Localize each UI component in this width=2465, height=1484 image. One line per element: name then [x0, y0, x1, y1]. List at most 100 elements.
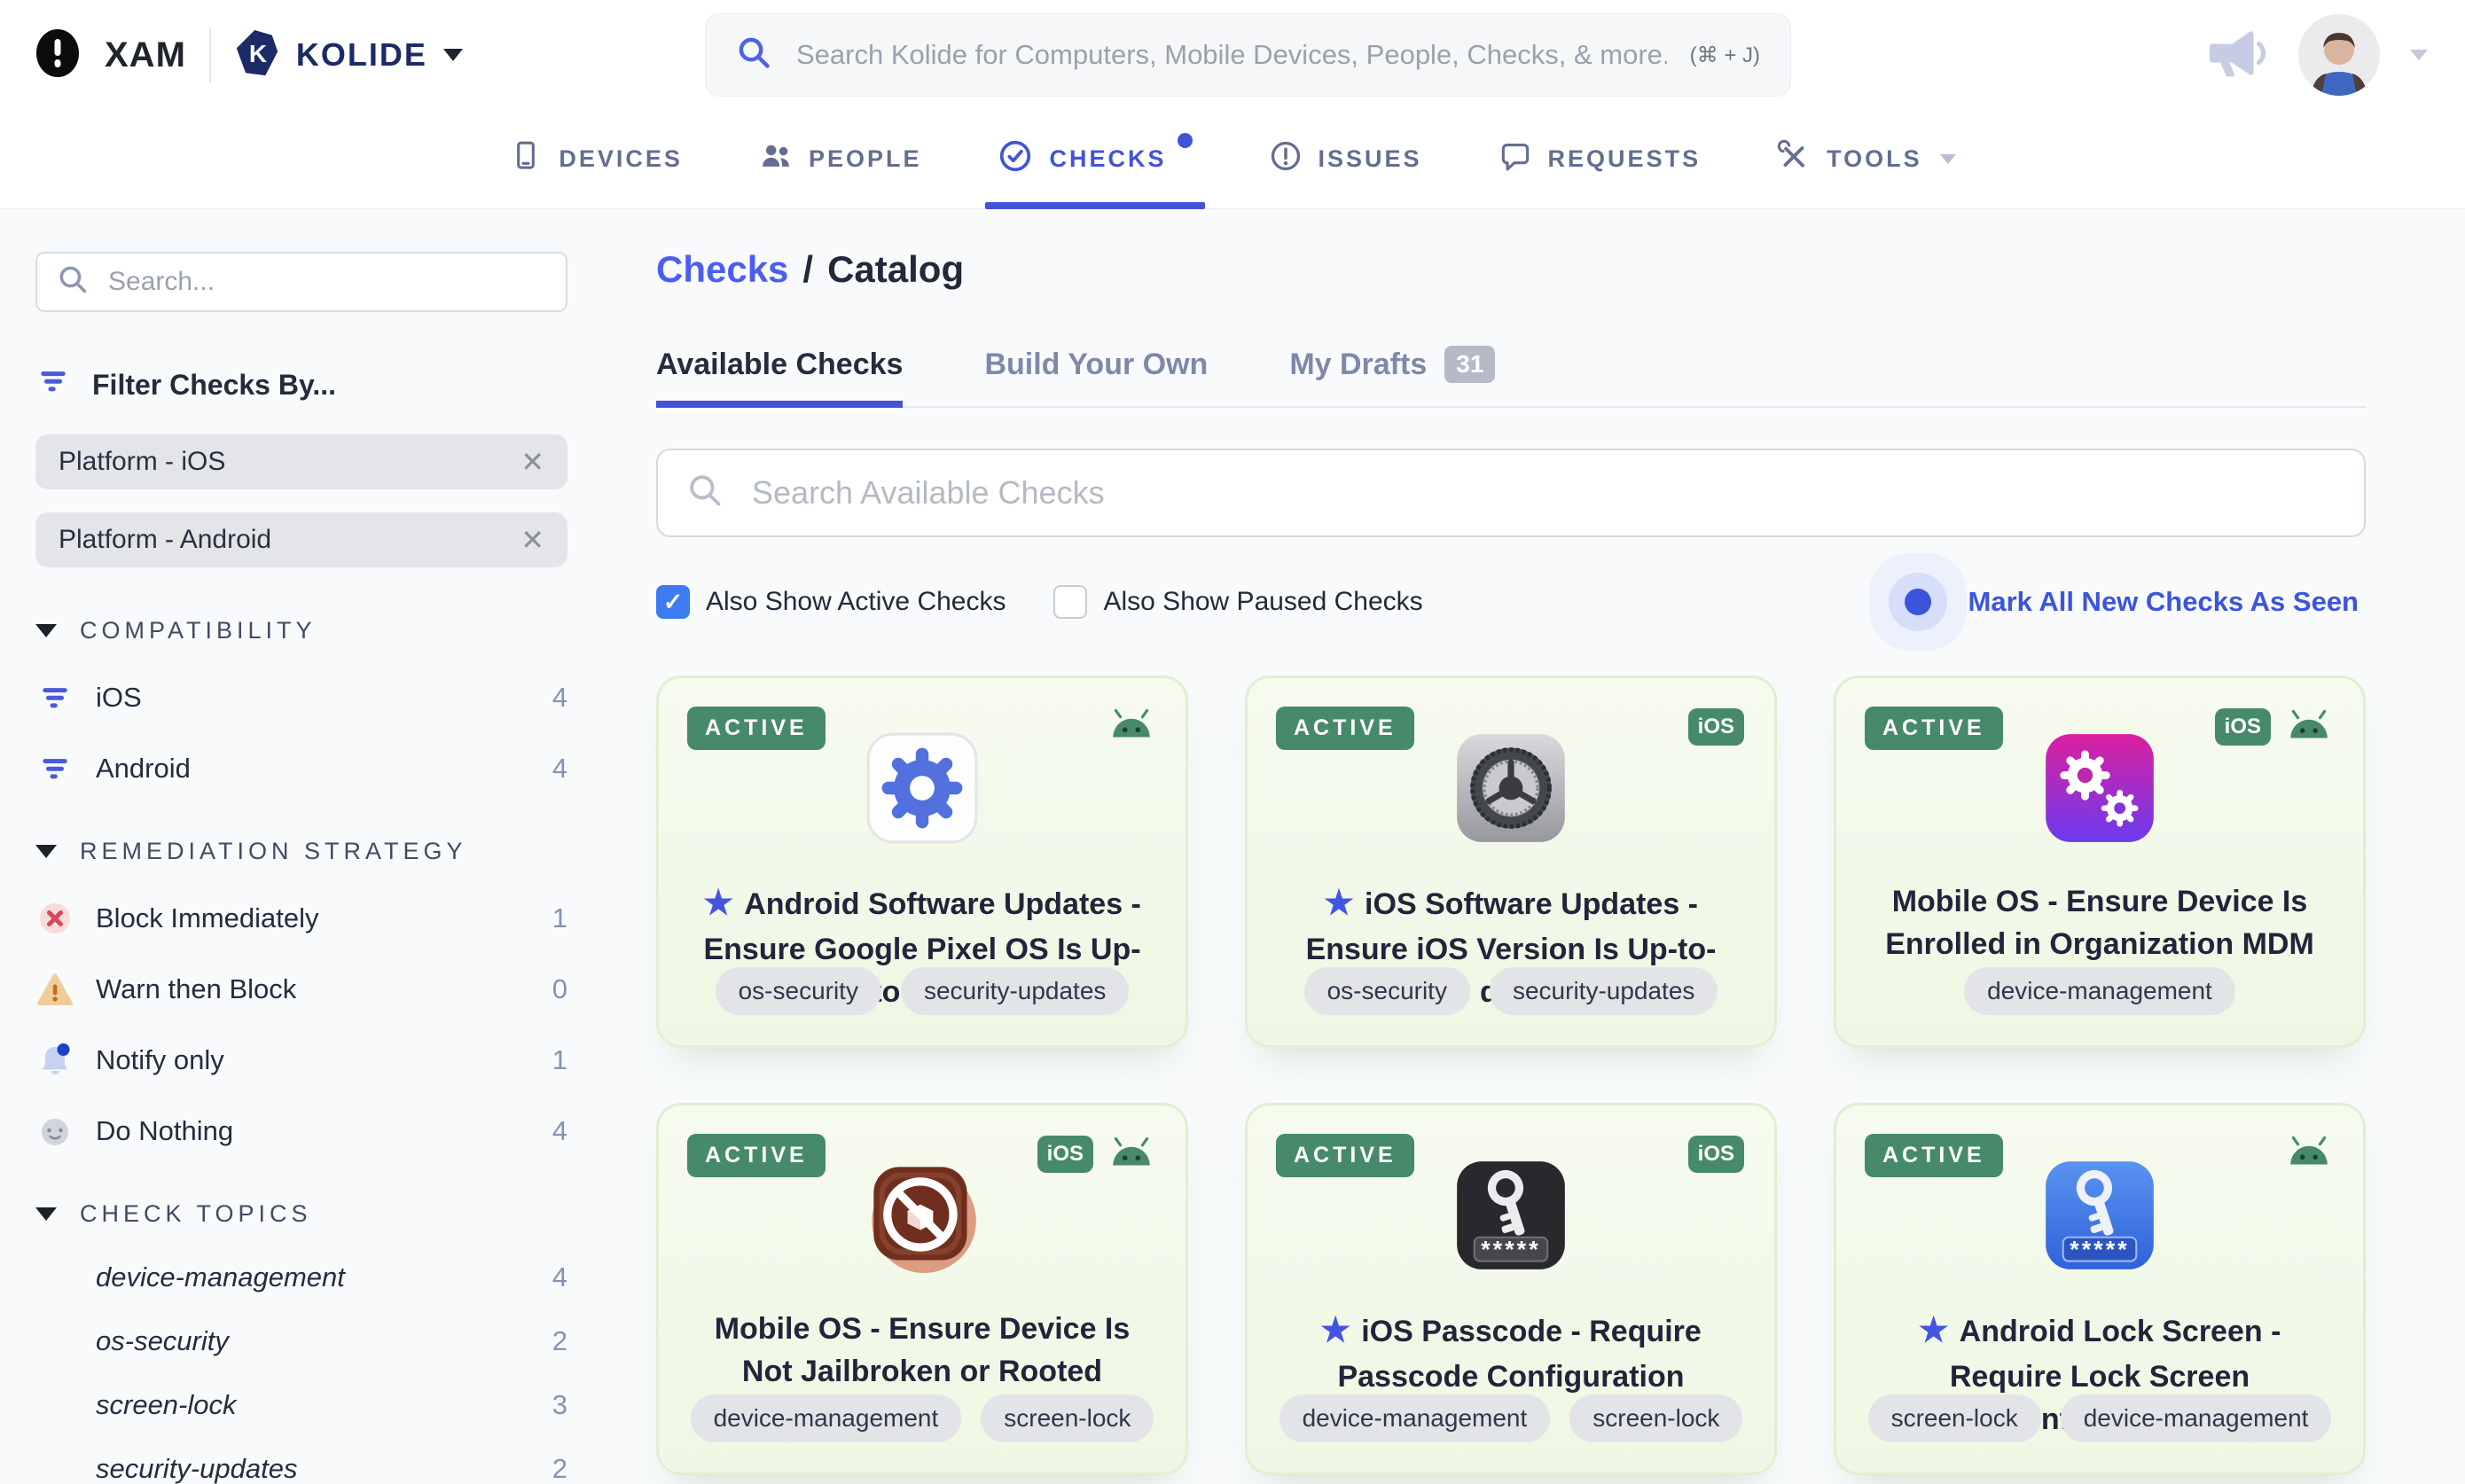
sidebar-item-label: device-management — [96, 1261, 345, 1293]
sidebar-item-count: 2 — [552, 1325, 567, 1356]
kolide-brand-menu[interactable]: K KOLIDE — [234, 28, 463, 82]
section-header-remediation-strategy[interactable]: REMEDIATION STRATEGY — [35, 838, 567, 865]
sidebar-item-label: Do Nothing — [96, 1115, 234, 1146]
breadcrumb-checks-link[interactable]: Checks — [656, 248, 788, 291]
account-menu-caret[interactable] — [2410, 50, 2428, 60]
sidebar-sections: COMPATIBILITY iOS 4 Android 4 REMEDIATION STR… — [35, 617, 567, 1484]
global-search-input[interactable]: Search Kolide for Computers, Mobile Devi… — [705, 13, 1791, 97]
sidebar-item-device-management[interactable]: device-management 4 — [35, 1261, 567, 1293]
active-status-badge: ACTIVE — [1865, 707, 2003, 750]
top-header: XAM K KOLIDE Search Kolide for Computers… — [0, 0, 2465, 110]
topic-tag-security-updates[interactable]: security-updates — [1489, 967, 1718, 1015]
sidebar-item-block-immediately[interactable]: Block Immediately 1 — [35, 899, 567, 938]
topic-tag-device-management[interactable]: device-management — [1279, 1394, 1551, 1442]
nav-tab-tools[interactable]: TOOLS — [1777, 110, 1956, 208]
sidebar-item-os-security[interactable]: os-security 2 — [35, 1325, 567, 1357]
topic-tag-screen-lock[interactable]: screen-lock — [1867, 1394, 2041, 1442]
topic-tag-device-management[interactable]: device-management — [690, 1394, 962, 1442]
topic-tag-os-security[interactable]: os-security — [715, 967, 881, 1015]
check-card-tags: device-management screen-lock — [659, 1394, 1186, 1442]
nav-tab-label: TOOLS — [1827, 145, 1922, 172]
check-icon-passcode-blue: ***** — [2041, 1157, 2158, 1274]
ios-badge: iOS — [1687, 708, 1744, 746]
nav-tab-requests[interactable]: REQUESTS — [1499, 110, 1702, 208]
show-filters: ✓ Also Show Active Checks Also Show Paused… — [656, 585, 1423, 619]
check-card[interactable]: ACTIVE iOS Mobile OS - Ensure Device Is En… — [1834, 676, 2366, 1048]
platform-icons: iOS — [2214, 708, 2333, 746]
tab-label: Build Your Own — [984, 347, 1209, 381]
announcements-icon[interactable] — [2204, 27, 2268, 84]
active-filter-chips: Platform - iOS ✕ Platform - Android ✕ — [35, 434, 567, 567]
chevron-down-icon — [1939, 154, 1956, 164]
nav-tab-people[interactable]: PEOPLE — [759, 110, 922, 208]
filter-title: Filter Checks By... — [35, 363, 567, 406]
sidebar-item-notify-only[interactable]: Notify only 1 — [35, 1041, 567, 1080]
remove-filter-icon[interactable]: ✕ — [520, 448, 544, 476]
check-card[interactable]: ACTIVE iOS ★ iOS Software Updates - Ensure … — [1245, 676, 1777, 1048]
avatar[interactable] — [2298, 14, 2380, 96]
platform-icons — [2285, 1136, 2333, 1172]
check-card-title: Mobile OS - Ensure Device Is Enrolled in… — [1885, 885, 2314, 962]
devices-icon — [509, 139, 543, 179]
check-card[interactable]: ACTIVE ★ Android Software Updates - Ensure… — [656, 676, 1188, 1048]
nav-tab-issues[interactable]: ISSUES — [1269, 110, 1422, 208]
check-card[interactable]: ACTIVE iOS ***** ★ iOS Passcode - Require Pa… — [1245, 1103, 1777, 1475]
active-status-badge: ACTIVE — [687, 707, 826, 750]
section-header-compatibility[interactable]: COMPATIBILITY — [35, 617, 567, 644]
topic-tag-device-management[interactable]: device-management — [1964, 967, 2235, 1015]
check-card-title: ★ iOS Passcode - Require Passcode Configu… — [1320, 1312, 1702, 1394]
remove-filter-icon[interactable]: ✕ — [520, 526, 544, 554]
checks-card-grid: ACTIVE ★ Android Software Updates - Ensure… — [656, 676, 2366, 1475]
sidebar-item-android[interactable]: Android 4 — [35, 749, 567, 788]
topic-tag-security-updates[interactable]: security-updates — [900, 967, 1130, 1015]
checkbox-also-show-active-checks[interactable]: ✓ Also Show Active Checks — [656, 585, 1006, 619]
nav-tab-checks[interactable]: CHECKS — [985, 110, 1205, 209]
available-checks-search-input[interactable]: Search Available Checks — [656, 449, 2366, 537]
sidebar-item-count: 0 — [552, 973, 567, 1004]
check-icon-ios-settings — [1452, 730, 1569, 847]
issues-icon — [1269, 139, 1303, 179]
tab-my-drafts[interactable]: My Drafts 31 — [1289, 346, 1496, 406]
sidebar-item-label: Notify only — [96, 1044, 224, 1075]
sidebar-search-input[interactable]: Search... — [35, 252, 567, 312]
search-icon — [686, 472, 725, 515]
topic-tag-screen-lock[interactable]: screen-lock — [981, 1394, 1154, 1442]
sidebar-item-ios[interactable]: iOS 4 — [35, 678, 567, 717]
catalog-tabs: Available Checks Build Your Own My Drafts 3… — [656, 346, 2366, 408]
android-icon — [1107, 708, 1155, 745]
topic-tag-os-security[interactable]: os-security — [1303, 967, 1470, 1015]
tab-build-your-own[interactable]: Build Your Own — [984, 346, 1208, 406]
section-header-check-topics[interactable]: CHECK TOPICS — [35, 1200, 567, 1228]
check-card[interactable]: ACTIVE iOS Mobile OS - Ensure Device Is No… — [656, 1103, 1188, 1475]
filter-chip-platform-android[interactable]: Platform - Android ✕ — [35, 512, 567, 567]
checkbox-label: Also Show Paused Checks — [1103, 587, 1423, 616]
check-icon-mdm-gears — [2041, 730, 2158, 847]
sidebar-item-do-nothing[interactable]: Do Nothing 4 — [35, 1112, 567, 1151]
filter-chip-platform-ios[interactable]: Platform - iOS ✕ — [35, 434, 567, 489]
search-icon — [736, 35, 773, 76]
sidebar-item-warn-then-block[interactable]: Warn then Block 0 — [35, 970, 567, 1009]
mark-all-label: Mark All New Checks As Seen — [1968, 586, 2359, 617]
sidebar-item-count: 4 — [552, 1261, 567, 1293]
breadcrumb: Checks / Catalog — [656, 248, 2366, 291]
platform-icons: iOS — [1037, 1136, 1155, 1173]
filter-icon — [35, 678, 74, 717]
sidebar-item-count: 1 — [552, 1044, 567, 1075]
check-icon-passcode-dark: ***** — [1452, 1157, 1569, 1274]
nav-tab-devices[interactable]: DEVICES — [509, 110, 683, 208]
checkbox-checked-icon[interactable]: ✓ — [656, 585, 690, 619]
nav-tab-label: ISSUES — [1318, 145, 1422, 172]
topic-tag-device-management[interactable]: device-management — [2060, 1394, 2332, 1442]
filter-icon — [35, 363, 71, 406]
checkbox-unchecked-icon[interactable] — [1053, 585, 1088, 619]
sidebar-item-label: os-security — [96, 1325, 229, 1356]
sidebar-item-screen-lock[interactable]: screen-lock 3 — [35, 1389, 567, 1421]
tools-icon — [1777, 139, 1811, 179]
mark-all-new-checks-link[interactable]: Mark All New Checks As Seen — [1904, 586, 2367, 618]
check-card[interactable]: ACTIVE ***** ★ Android Lock Screen - Requir… — [1834, 1103, 2366, 1475]
tab-available-checks[interactable]: Available Checks — [656, 346, 904, 408]
checkbox-also-show-paused-checks[interactable]: Also Show Paused Checks — [1053, 585, 1423, 619]
check-card-tags: screen-lock device-management — [1836, 1394, 2363, 1442]
sidebar-item-security-updates[interactable]: security-updates 2 — [35, 1453, 567, 1484]
topic-tag-screen-lock[interactable]: screen-lock — [1569, 1394, 1743, 1442]
